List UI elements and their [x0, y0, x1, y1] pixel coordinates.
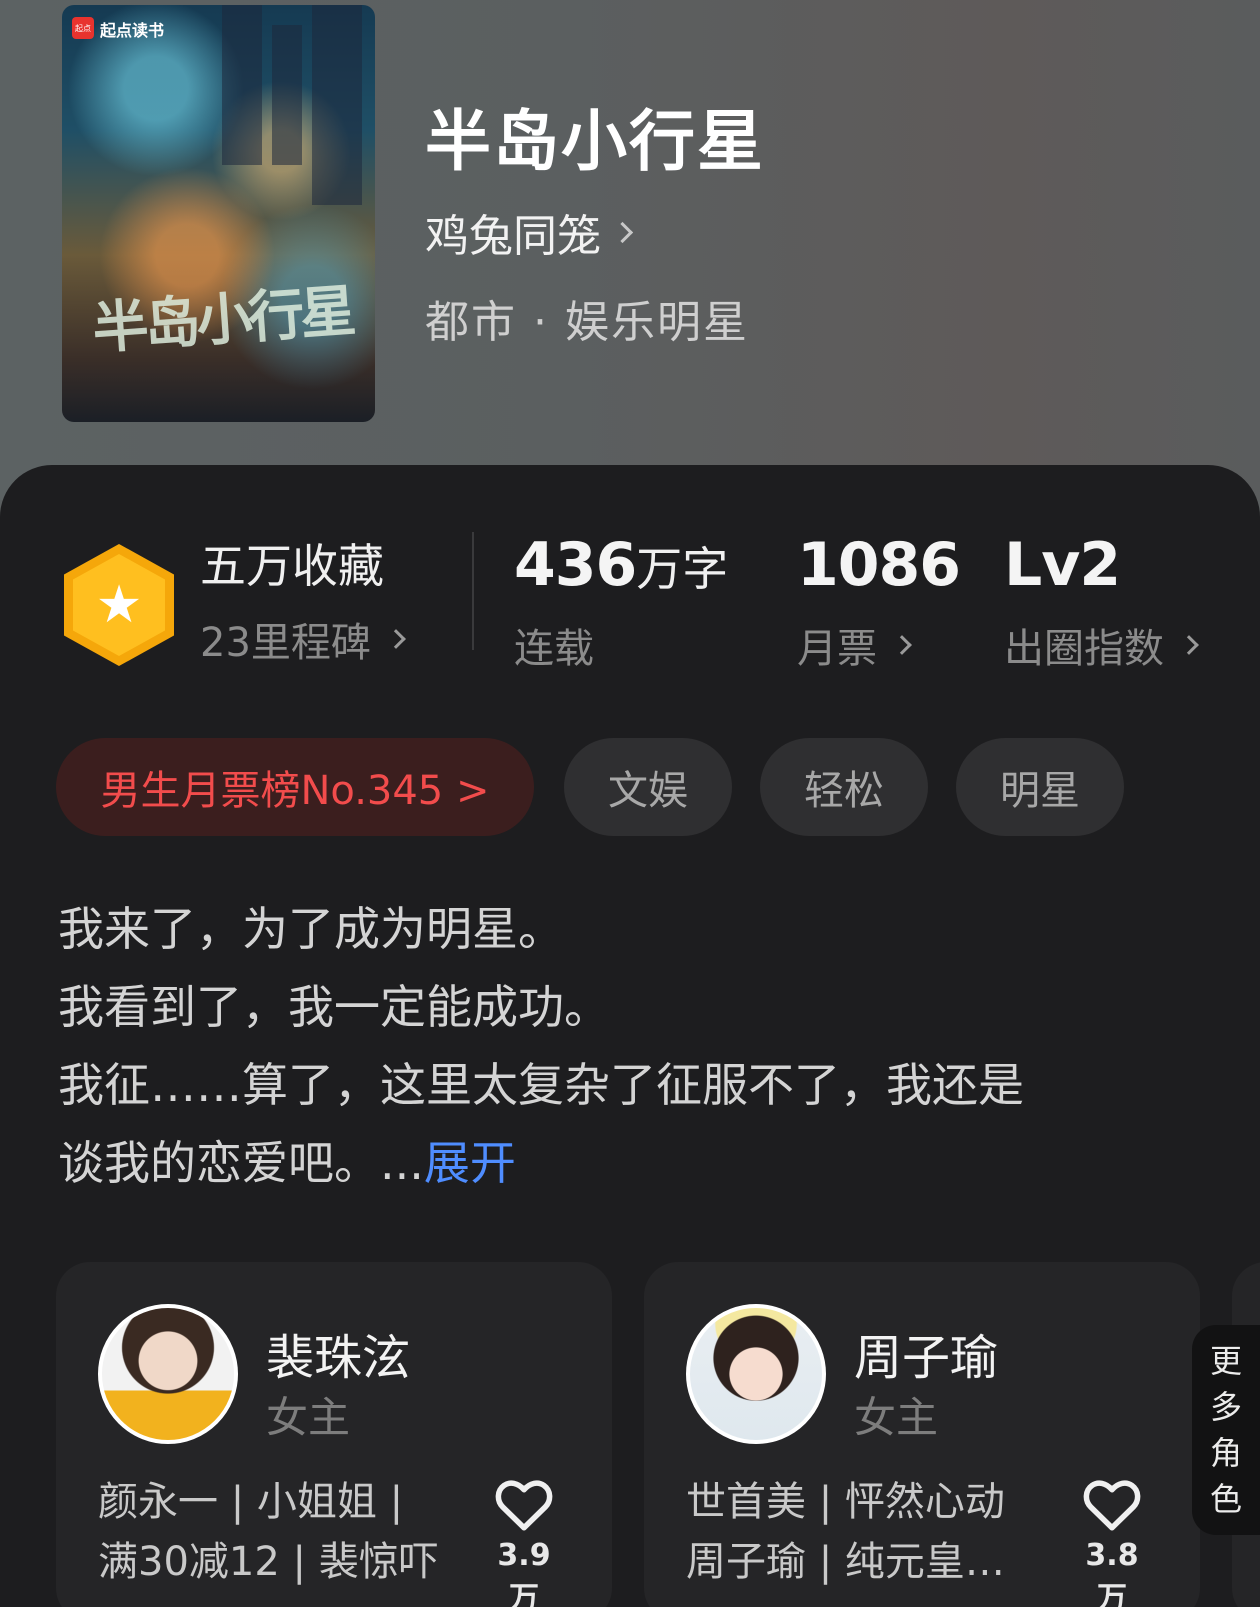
expand-button[interactable]: 展开 [424, 1136, 516, 1190]
monthly-votes-link[interactable]: 月票 [797, 616, 912, 674]
description-line: 我看到了，我一定能成功。 [58, 980, 610, 1034]
word-count-number: 436 [514, 530, 637, 600]
tag-wenyu[interactable]: 文娱 [564, 738, 732, 836]
circle-index-link[interactable]: 出圈指数 [1004, 616, 1199, 674]
character-tags-line: 世首美 | 怦然心动 [686, 1479, 1005, 1525]
avatar [686, 1304, 826, 1444]
character-role: 女主 [854, 1393, 939, 1442]
cover-art-building [312, 5, 362, 205]
milestone-label: 23里程碑 [200, 620, 371, 666]
circle-index-value: Lv2 [1004, 530, 1121, 600]
character-tags-line: 满30减12 | 裴惊吓 [98, 1539, 439, 1585]
author-name: 鸡兔同笼 [425, 211, 601, 262]
book-description: 我来了，为了成为明星。 我看到了，我一定能成功。 我征……算了，这里太复杂了征服… [58, 890, 1208, 1202]
more-roles-button[interactable]: 更 多 角 色 [1192, 1325, 1260, 1535]
platform-logo-badge: 起点 [72, 17, 94, 39]
monthly-votes: 1086 [797, 530, 961, 600]
character-tags: 世首美 | 怦然心动 周子瑜 | 纯元皇… [686, 1472, 1046, 1592]
more-roles-char: 更 [1209, 1342, 1242, 1380]
genre-label: 都市 · 娱乐明星 [425, 297, 749, 348]
status-label: 连载 [514, 616, 594, 674]
character-name: 周子瑜 [854, 1330, 999, 1386]
circle-index: Lv2 [1004, 530, 1121, 600]
description-last-line: 谈我的恋爱吧。...展开 [58, 1124, 1208, 1202]
character-tags-line: 颜永一 | 小姐姐 | [98, 1479, 404, 1525]
character-name: 裴珠泫 [266, 1330, 411, 1386]
character-card[interactable]: 裴珠泫 女主 颜永一 | 小姐姐 | 满30减12 | 裴惊吓 3.9万 [56, 1262, 612, 1607]
heart-icon [495, 1480, 553, 1531]
monthly-votes-number: 1086 [797, 530, 961, 600]
cover-art-building [222, 5, 262, 165]
more-roles-char: 色 [1209, 1480, 1242, 1518]
collection-title: 五万收藏 [200, 539, 384, 593]
chevron-right-icon [386, 629, 406, 649]
divider [472, 532, 474, 650]
avatar [98, 1304, 238, 1444]
chevron-right-icon [892, 635, 912, 655]
star-icon: ★ [73, 554, 165, 656]
circle-index-label: 出圈指数 [1004, 626, 1164, 672]
character-role: 女主 [266, 1393, 351, 1442]
more-roles-char: 多 [1209, 1388, 1242, 1426]
book-title: 半岛小行星 [425, 102, 765, 180]
character-card[interactable]: 周子瑜 女主 世首美 | 怦然心动 周子瑜 | 纯元皇… 3.8万 [644, 1262, 1200, 1607]
description-line: 我征……算了，这里太复杂了征服不了，我还是 [58, 1058, 1024, 1112]
tag-qingsong[interactable]: 轻松 [760, 738, 928, 836]
word-count: 436 万字 [514, 530, 728, 600]
rank-tag[interactable]: 男生月票榜No.345 > [56, 738, 534, 836]
like-count: 3.8万 [1085, 1538, 1139, 1607]
description-line: 我来了，为了成为明星。 [58, 902, 564, 956]
character-tags: 颜永一 | 小姐姐 | 满30减12 | 裴惊吓 [98, 1472, 458, 1592]
monthly-votes-label: 月票 [797, 626, 877, 672]
tag-mingxing[interactable]: 明星 [956, 738, 1124, 836]
chevron-right-icon [1179, 635, 1199, 655]
more-roles-char: 角 [1209, 1434, 1242, 1472]
platform-logo-text: 起点读书 [100, 21, 165, 40]
chevron-right-icon [611, 221, 634, 243]
milestone-link[interactable]: 23里程碑 [200, 610, 406, 668]
like-button[interactable]: 3.9万 [486, 1476, 562, 1607]
author-link[interactable]: 鸡兔同笼 [425, 200, 634, 264]
word-count-unit: 万字 [636, 542, 729, 596]
heart-icon [1083, 1480, 1141, 1531]
like-count: 3.9万 [497, 1538, 551, 1607]
like-button[interactable]: 3.8万 [1074, 1476, 1150, 1607]
description-line: 谈我的恋爱吧。... [58, 1136, 424, 1190]
serial-status: 连载 [514, 626, 594, 672]
character-tags-line: 周子瑜 | 纯元皇… [686, 1539, 1005, 1585]
cover-art-building [272, 25, 302, 165]
cover-title-text: 半岛小行星 [90, 278, 355, 362]
book-cover[interactable]: 起点 起点读书 半岛小行星 [62, 5, 375, 422]
